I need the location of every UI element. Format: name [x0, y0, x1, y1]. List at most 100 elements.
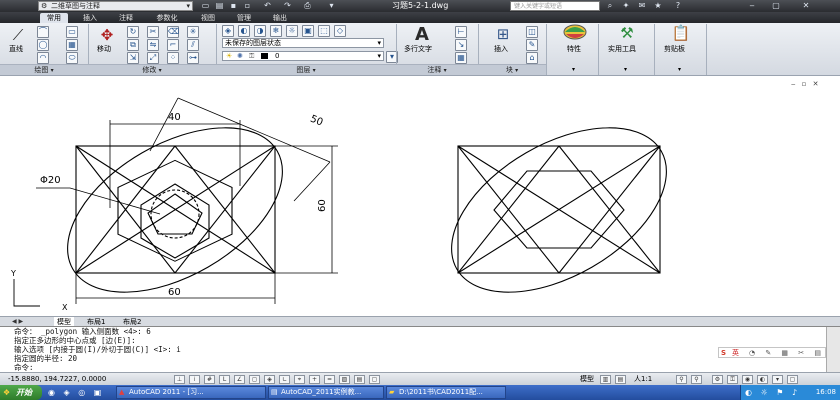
stretch-icon[interactable]: ⇲: [127, 52, 139, 64]
layer-dropdown[interactable]: ☀ ✺ ⚿ 0 ▾: [222, 51, 384, 61]
mirror-icon[interactable]: ⇋: [147, 39, 159, 51]
drawing-canvas[interactable]: 40 50 60 60 Φ20 X Y: [0, 76, 840, 316]
layer-isolate-icon[interactable]: ◐: [238, 25, 250, 37]
minimize-icon[interactable]: ‒: [746, 1, 758, 11]
close-icon[interactable]: ✕: [800, 1, 812, 11]
quick-properties-icon[interactable]: ▤: [354, 375, 365, 384]
annotation-visibility-icon[interactable]: ⚲: [676, 375, 687, 384]
ducs-icon[interactable]: ⌖: [294, 375, 305, 384]
qat-dropdown-icon[interactable]: ▾: [326, 1, 337, 11]
trim-icon[interactable]: ✂: [147, 26, 159, 38]
block-panel-title[interactable]: 块 ▾: [478, 64, 546, 75]
move-label[interactable]: 移动: [97, 44, 111, 54]
3d-osnap-icon[interactable]: ◈: [264, 375, 275, 384]
layer-walk-icon[interactable]: ◇: [334, 25, 346, 37]
mtext-label[interactable]: 多行文字: [404, 44, 432, 54]
layer-off-icon[interactable]: ☼: [286, 25, 298, 37]
rotate-icon[interactable]: ↻: [127, 26, 139, 38]
ime-toolbar[interactable]: S 英 ◔ ✎ ▦ ✂ ▤: [718, 347, 826, 358]
layer-freeze-icon[interactable]: ❄: [270, 25, 282, 37]
ime-mode[interactable]: 英: [732, 348, 739, 358]
polyline-icon[interactable]: ⌒: [37, 26, 49, 38]
taskbar-item-document[interactable]: ▤ AutoCAD_2011实例教...: [268, 386, 384, 399]
favorites-icon[interactable]: ★: [652, 1, 664, 11]
scale-icon[interactable]: ⤢: [147, 52, 159, 64]
lineweight-icon[interactable]: ═: [324, 375, 335, 384]
open-folder-icon[interactable]: ▤: [214, 1, 225, 11]
save-as-icon[interactable]: ▫: [242, 1, 253, 11]
linear-dim-icon[interactable]: ⊢: [455, 26, 467, 38]
mtext-icon[interactable]: A: [406, 24, 438, 45]
move-icon[interactable]: ✥: [94, 26, 120, 44]
create-block-icon[interactable]: ◫: [526, 26, 538, 38]
lock-ui-icon[interactable]: ⚿: [727, 375, 738, 384]
command-scrollbar[interactable]: [826, 327, 840, 373]
search-input[interactable]: 键入关键字或短语: [510, 1, 600, 11]
transparency-icon[interactable]: ▨: [339, 375, 350, 384]
auto-scale-icon[interactable]: ⚲: [691, 375, 702, 384]
drawing-window-controls[interactable]: ‒ ▫ ✕: [791, 80, 821, 88]
expand-icon[interactable]: ▾: [624, 66, 627, 73]
workspace-switcher[interactable]: ⚙ 二维草图与注释 ▾: [38, 1, 193, 11]
taskbar-item-autocad[interactable]: ▲ AutoCAD 2011 - [习...: [116, 386, 266, 399]
layer-match-icon[interactable]: ⬚: [318, 25, 330, 37]
layer-unisolate-icon[interactable]: ◑: [254, 25, 266, 37]
array-icon[interactable]: ⁘: [167, 52, 179, 64]
tab-manage[interactable]: 管理: [230, 13, 258, 23]
new-file-icon[interactable]: ▭: [200, 1, 211, 11]
maximize-icon[interactable]: ▢: [770, 1, 782, 11]
subscription-icon[interactable]: ✦: [620, 1, 632, 11]
annotation-panel-title[interactable]: 注释 ▾: [396, 64, 478, 75]
dyn-icon[interactable]: +: [309, 375, 320, 384]
clipboard-icon[interactable]: 📋: [666, 24, 696, 42]
tab-home[interactable]: 常用: [40, 13, 68, 23]
line-icon[interactable]: ⟋: [6, 26, 30, 44]
tab-view[interactable]: 视图: [194, 13, 222, 23]
start-button[interactable]: ❖ 开始: [0, 385, 42, 400]
plot-icon[interactable]: ⎙: [302, 1, 313, 11]
otrack-icon[interactable]: ∟: [279, 375, 290, 384]
layer-properties-icon[interactable]: ◈: [222, 25, 234, 37]
line-label[interactable]: 直线: [9, 44, 23, 54]
tab-insert[interactable]: 插入: [76, 13, 104, 23]
fillet-icon[interactable]: ⌐: [167, 39, 179, 51]
selection-cycling-icon[interactable]: ▢: [369, 375, 380, 384]
clock[interactable]: 16:08: [816, 385, 836, 400]
insert-label[interactable]: 插入: [494, 44, 508, 54]
properties-label[interactable]: 特性: [567, 44, 581, 54]
status-menu-icon[interactable]: ▾: [772, 375, 783, 384]
undo-icon[interactable]: ↶: [262, 1, 273, 11]
save-icon[interactable]: ▪: [228, 1, 239, 11]
grid-icon[interactable]: #: [204, 375, 215, 384]
clipboard-label[interactable]: 剪贴板: [664, 44, 685, 54]
hardware-acceleration-icon[interactable]: ◉: [742, 375, 753, 384]
layer-state-dropdown[interactable]: 未保存的图层状态 ▾: [222, 38, 384, 48]
redo-icon[interactable]: ↷: [282, 1, 293, 11]
expand-icon[interactable]: ▾: [572, 66, 575, 73]
quick-view-layouts-icon[interactable]: ▥: [600, 375, 611, 384]
explode-icon[interactable]: ✳: [187, 26, 199, 38]
insert-block-icon[interactable]: ⊞: [488, 25, 518, 43]
communication-icon[interactable]: ✉: [636, 1, 648, 11]
command-window[interactable]: 命令： _polygon 输入侧面数 <4>: 6 指定正多边形的中心点或 [边…: [0, 326, 840, 373]
quick-launch-icon[interactable]: ◉ ◈ ◎ ▣: [48, 385, 104, 400]
search-icon[interactable]: ⌕: [604, 1, 616, 11]
isolate-objects-icon[interactable]: ◐: [757, 375, 768, 384]
taskbar-item-folder[interactable]: ▰ D:\2011书\CAD2011配...: [386, 386, 506, 399]
snap-icon[interactable]: ⁞: [189, 375, 200, 384]
expand-icon[interactable]: ▾: [678, 66, 681, 73]
help-icon[interactable]: ?: [672, 1, 684, 11]
offset-icon[interactable]: ⫽: [187, 39, 199, 51]
draw-panel-title[interactable]: 绘图 ▾: [0, 64, 88, 75]
modify-panel-title[interactable]: 修改 ▾: [88, 64, 216, 75]
osnap-icon[interactable]: ◻: [249, 375, 260, 384]
attribute-icon[interactable]: ⌂: [526, 52, 538, 64]
hatch-icon[interactable]: ▦: [66, 39, 78, 51]
ime-tools-icon[interactable]: ◔ ✎ ▦ ✂ ▤: [749, 348, 825, 358]
table-icon[interactable]: ▦: [455, 52, 467, 64]
coordinates-readout[interactable]: -15.8880, 194.7227, 0.0000: [8, 374, 106, 385]
annotation-scale[interactable]: 人1:1: [634, 374, 652, 385]
leader-icon[interactable]: ↘: [455, 39, 467, 51]
circle-icon[interactable]: ◯: [37, 39, 49, 51]
clean-screen-icon[interactable]: ▢: [787, 375, 798, 384]
